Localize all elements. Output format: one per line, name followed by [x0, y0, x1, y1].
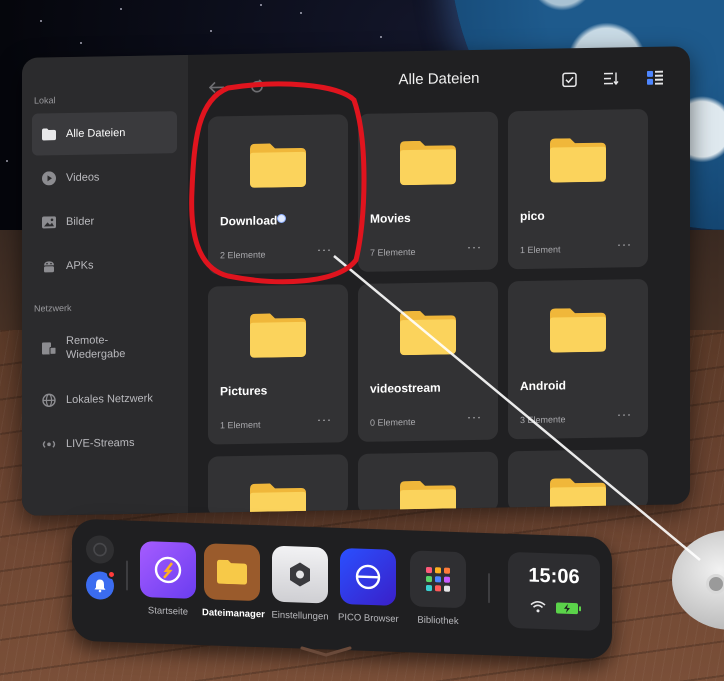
folder-name: Pictures [220, 383, 268, 399]
folder-name: pico [520, 208, 545, 224]
pointer-cursor [277, 214, 286, 223]
status-indicators [508, 600, 600, 615]
folder-tile-pictures[interactable]: Pictures 1 Element ··· [208, 284, 348, 445]
dock-collapse-chevron-icon[interactable] [300, 646, 352, 658]
folder-icon [250, 483, 306, 516]
star [40, 20, 42, 22]
live-stream-icon [42, 437, 56, 451]
pedestal-knob [706, 574, 724, 594]
browser-icon [340, 547, 396, 606]
status-panel[interactable]: 15:06 [508, 551, 600, 632]
folder-icon [400, 310, 456, 356]
grid-icon [410, 550, 466, 609]
folder-item-count: 7 Elemente [370, 246, 416, 258]
dock-app-label: PICO Browser [338, 611, 399, 625]
dock-app-file-manager[interactable]: Dateimanager [202, 543, 265, 621]
sidebar: Lokal Alle Dateien Videos Bilder APKs Ne… [22, 54, 188, 516]
sidebar-item-label: Videos [66, 171, 100, 185]
select-checkbox-icon[interactable] [560, 70, 578, 88]
star [210, 30, 212, 32]
dock-app-home[interactable]: Startseite [138, 540, 198, 618]
image-icon [42, 215, 56, 229]
view-toggle-icon[interactable] [646, 69, 664, 87]
more-options-button[interactable]: ··· [467, 410, 482, 424]
dock-quick-controls [82, 535, 118, 601]
sidebar-item-label: Remote-Wiedergabe [66, 334, 126, 362]
dock-app-label: Dateimanager [202, 607, 265, 621]
dock-app-label: Einstellungen [271, 609, 329, 623]
more-options-button[interactable]: ··· [617, 237, 632, 251]
folder-icon [550, 308, 606, 353]
folder-tile-partial[interactable] [358, 451, 498, 516]
annotation-circle [189, 81, 367, 285]
folder-tile-android[interactable]: Android 3 Elemente ··· [508, 278, 648, 440]
sidebar-item-all-files[interactable]: Alle Dateien [32, 111, 177, 156]
folder-icon [550, 138, 606, 183]
sidebar-item-apks[interactable]: APKs [32, 243, 177, 288]
folder-name: videostream [370, 380, 441, 396]
sort-icon[interactable] [602, 69, 620, 87]
folder-item-count: 3 Elemente [520, 414, 566, 426]
remote-playback-icon [42, 341, 56, 355]
dock-divider [126, 560, 128, 591]
star [120, 8, 122, 10]
folder-item-count: 0 Elemente [370, 416, 416, 428]
section-label-network: Netzwerk [34, 302, 72, 314]
dock-app-label: Startseite [147, 605, 189, 618]
settings-hex-icon [272, 545, 328, 604]
notification-badge [107, 569, 116, 580]
sidebar-item-local-network[interactable]: Lokales Netzwerk [32, 377, 177, 422]
star [300, 12, 302, 14]
more-options-button[interactable]: ··· [317, 412, 332, 426]
star [260, 4, 262, 6]
bell-icon [94, 579, 106, 593]
folder-tile-videostream[interactable]: videostream 0 Elemente ··· [358, 281, 498, 442]
folder-tile-partial[interactable] [208, 454, 348, 516]
folder-tile-pico[interactable]: pico 1 Element ··· [508, 108, 648, 270]
folder-icon [400, 140, 456, 186]
sidebar-item-label: LIVE-Streams [66, 436, 135, 451]
star [80, 42, 82, 44]
battery-charging-icon [556, 601, 578, 614]
folder-tile-movies[interactable]: Movies 7 Elemente ··· [358, 111, 498, 272]
power-icon [93, 542, 107, 557]
section-label-local: Lokal [34, 95, 56, 106]
dock-app-library[interactable]: Bibliothek [408, 550, 468, 627]
folder-icon [250, 313, 306, 358]
more-options-button[interactable]: ··· [467, 240, 482, 254]
sidebar-item-remote-playback[interactable]: Remote-Wiedergabe [32, 325, 177, 370]
sidebar-item-label: Bilder [66, 215, 95, 229]
clock: 15:06 [528, 564, 580, 589]
more-options-button[interactable]: ··· [617, 407, 632, 421]
folder-item-count: 1 Element [220, 419, 261, 431]
play-circle-icon [42, 171, 56, 186]
folder-icon [204, 543, 260, 602]
folder-item-count: 1 Element [520, 244, 561, 256]
folder-tile-partial[interactable] [508, 448, 648, 516]
dock-app-browser[interactable]: PICO Browser [338, 547, 399, 625]
folder-name: Movies [370, 211, 411, 226]
folder-name: Android [520, 378, 566, 394]
wifi-icon [530, 601, 546, 613]
dock-app-label: Bibliothek [417, 614, 459, 628]
star [380, 36, 382, 38]
sidebar-item-label: Alle Dateien [66, 127, 126, 141]
system-dock: Startseite Dateimanager Einstellungen PI… [72, 518, 612, 660]
globe-icon [42, 393, 56, 408]
sidebar-item-label: Lokales Netzwerk [66, 392, 153, 407]
dock-app-settings[interactable]: Einstellungen [270, 545, 330, 623]
notifications-button[interactable] [86, 569, 116, 601]
android-icon [42, 259, 56, 273]
sidebar-item-pictures[interactable]: Bilder [32, 199, 177, 244]
star [6, 160, 8, 162]
power-button[interactable] [86, 535, 114, 565]
sidebar-item-videos[interactable]: Videos [32, 155, 177, 200]
compass-icon [140, 540, 196, 599]
dock-divider [488, 573, 490, 604]
folder-icon [42, 127, 56, 141]
sidebar-item-label: APKs [66, 259, 94, 273]
sidebar-item-live-streams[interactable]: LIVE-Streams [32, 421, 177, 466]
